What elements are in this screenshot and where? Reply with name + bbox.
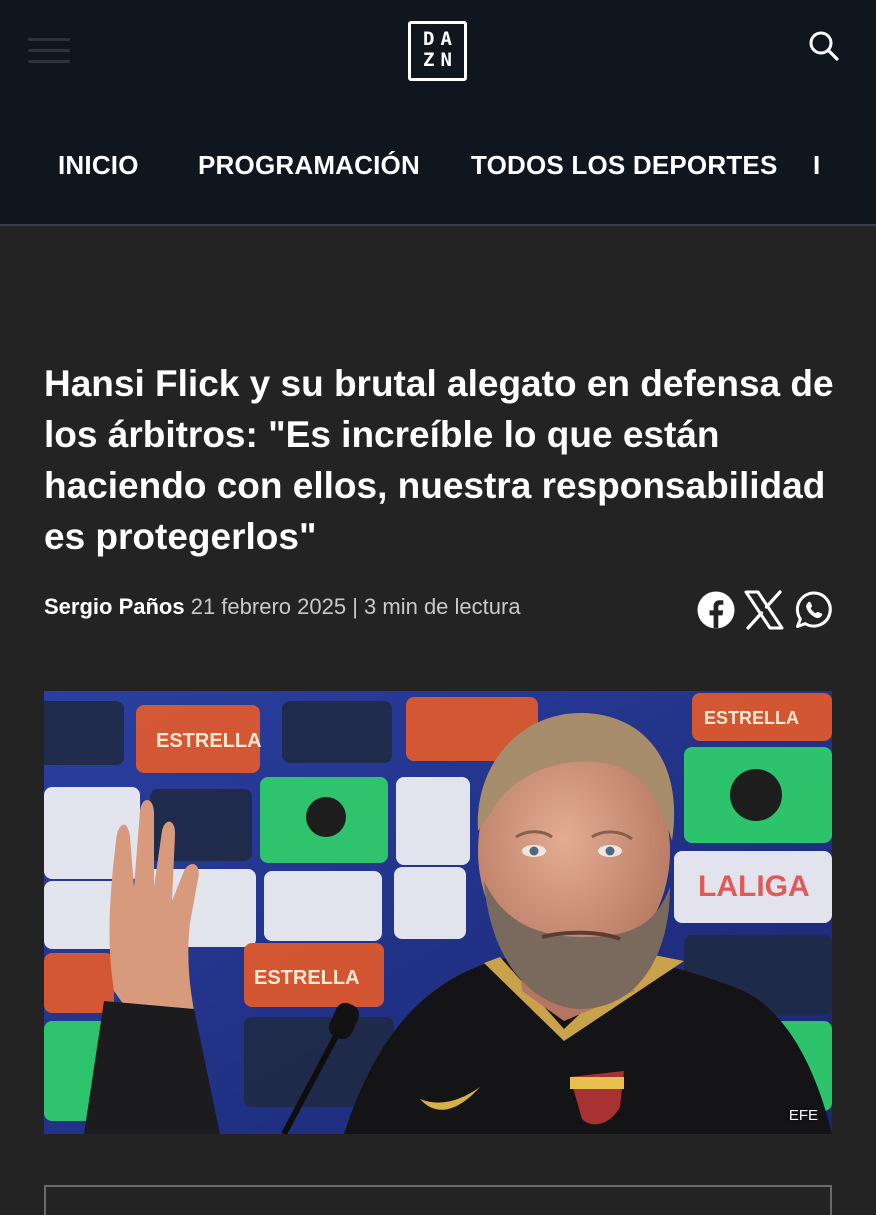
facebook-icon[interactable]	[696, 590, 736, 630]
publish-date: 21 febrero 2025	[190, 594, 347, 619]
article-headline: Hansi Flick y su brutal alegato en defen…	[44, 363, 834, 557]
x-icon[interactable]	[744, 590, 784, 630]
board-text-laliga: LALIGA	[698, 870, 810, 903]
main-navigation: INICIO PROGRAMACIÓN TODOS LOS DEPORTES I	[0, 140, 876, 196]
logo-line-bottom: ZN	[423, 49, 458, 71]
whatsapp-icon[interactable]	[794, 590, 834, 630]
dazn-logo[interactable]: DA ZN	[408, 21, 467, 81]
hero-photo: ESTRELLA ESTRELLA LALIGA ESTRELLA EFE	[44, 691, 832, 1134]
next-content-box	[44, 1185, 832, 1215]
hamburger-menu-icon[interactable]	[28, 34, 74, 68]
logo-line-top: DA	[423, 28, 458, 50]
site-header: DA ZN INICIO PROGRAMACIÓN TODOS LOS DEPO…	[0, 0, 876, 226]
nav-item-inicio[interactable]: INICIO	[58, 150, 139, 181]
board-text-estrella: ESTRELLA	[156, 730, 262, 752]
byline-separator: |	[352, 594, 358, 619]
nav-item-todos-los-deportes[interactable]: TODOS LOS DEPORTES	[471, 150, 778, 181]
share-buttons	[696, 590, 836, 632]
search-icon[interactable]	[806, 28, 842, 64]
author-name[interactable]: Sergio Paños	[44, 594, 185, 619]
read-time: 3 min de lectura	[364, 594, 521, 619]
board-text-estrella-2: ESTRELLA	[704, 708, 799, 728]
nav-item-programacion[interactable]: PROGRAMACIÓN	[198, 150, 420, 181]
board-text-estrella-3: ESTRELLA	[254, 967, 360, 989]
article-byline: Sergio Paños 21 febrero 2025 | 3 min de …	[44, 593, 521, 621]
header-divider	[0, 224, 876, 226]
photo-credit: EFE	[788, 1107, 818, 1124]
nav-item-truncated[interactable]: I	[813, 150, 843, 181]
